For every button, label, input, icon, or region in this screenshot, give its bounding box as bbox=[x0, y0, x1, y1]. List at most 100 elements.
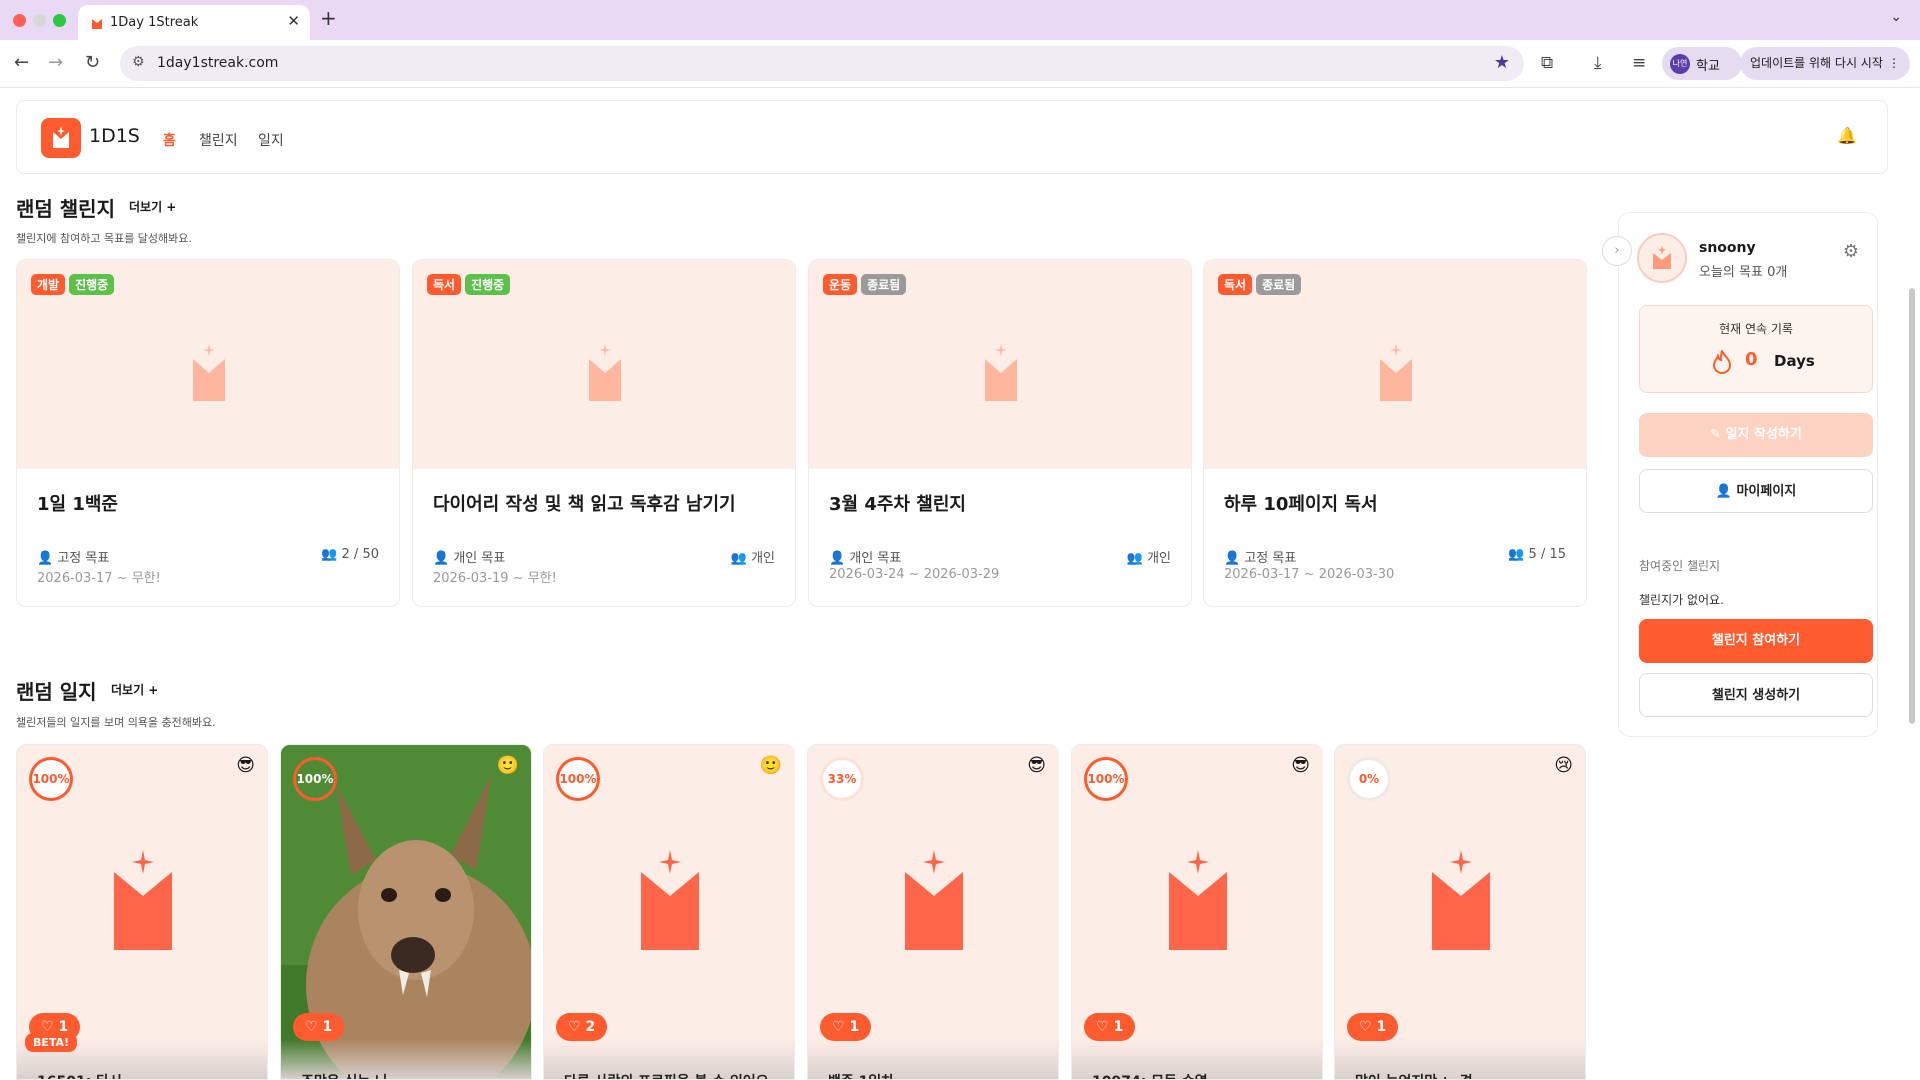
brand-name[interactable]: 1D1S bbox=[89, 125, 140, 147]
mood-emoji: 😢 bbox=[1554, 755, 1573, 776]
challenge-title: 다이어리 작성 및 책 읽고 독후감 남기기 bbox=[433, 494, 736, 515]
join-challenge-button[interactable]: 챌린지 참여하기 bbox=[1639, 619, 1873, 663]
update-label: 업데이트를 위해 다시 시작 bbox=[1750, 56, 1883, 70]
streak-value: 0 bbox=[1745, 349, 1758, 370]
category-badge: 운동 bbox=[823, 274, 858, 295]
journal-card[interactable]: 100% 😎 ♡ 1 BETA! 16501: 타시 bbox=[16, 744, 268, 1080]
gear-icon[interactable]: ⚙ bbox=[1843, 241, 1859, 262]
browser-tab-bar: 1Day 1Streak ✕ + ⌄ bbox=[0, 0, 1920, 40]
challenge-dates: 2026-03-17 ~ 무한! bbox=[37, 571, 161, 586]
browser-toolbar: ← → ↻ ⚙ 1day1streak.com ★ ⧉ ⤓ ≡ 나연 학교 업데… bbox=[0, 40, 1920, 88]
like-button[interactable]: ♡ 1 bbox=[293, 1013, 345, 1041]
status-badge: 종료됨 bbox=[861, 274, 907, 295]
page-scrollbar[interactable] bbox=[1909, 288, 1915, 724]
update-button[interactable]: 업데이트를 위해 다시 시작 ⋮ bbox=[1740, 47, 1910, 80]
browser-tab[interactable]: 1Day 1Streak ✕ bbox=[78, 5, 310, 40]
participants: 👥 5 / 15 bbox=[1508, 547, 1566, 562]
category-badge: 독서 bbox=[427, 274, 462, 295]
reload-icon[interactable]: ↻ bbox=[85, 52, 100, 73]
challenge-dates: 2026-03-17 ~ 2026-03-30 bbox=[1224, 567, 1395, 582]
journal-card[interactable]: 0% 😢 ♡ 1 많이 늦었지만 ㄴ 겸 bbox=[1334, 744, 1586, 1080]
challenges-title: 랜덤 챌린지 bbox=[16, 197, 115, 221]
challenge-card[interactable]: 운동 종료됨 3월 4주차 챌린지 👤 개인 목표 👥 개인 2026-03-24… bbox=[808, 259, 1192, 607]
challenge-title: 1일 1백준 bbox=[37, 494, 118, 515]
journal-card[interactable]: 33% 😎 ♡ 1 백준 1일차 bbox=[807, 744, 1059, 1080]
challenges-subtitle: 챌린지에 참여하고 목표를 달성해봐요. bbox=[16, 232, 192, 245]
challenge-dates: 2026-03-19 ~ 무한! bbox=[433, 571, 557, 586]
status-badge: 진행중 bbox=[465, 274, 511, 295]
placeholder-logo-icon bbox=[1432, 850, 1490, 950]
journal-title: 16501: 타시 bbox=[37, 1071, 122, 1079]
journal-title: 10974: 모든 순열 bbox=[1092, 1071, 1208, 1079]
journal-card[interactable]: 100% 🙂 ♡ 1 조망은 심는 나 bbox=[280, 744, 532, 1080]
extensions-icon[interactable]: ⧉ bbox=[1541, 53, 1553, 73]
flame-icon bbox=[1712, 350, 1732, 374]
joined-challenges-label: 참여중인 챌린지 bbox=[1639, 559, 1721, 573]
journal-title: 다른 사람의 프로필을 볼 수 있어요 bbox=[564, 1071, 769, 1079]
bookmark-star-icon[interactable]: ★ bbox=[1494, 52, 1510, 73]
nav-journal[interactable]: 일지 bbox=[258, 130, 284, 150]
challenge-card[interactable]: 독서 진행중 다이어리 작성 및 책 읽고 독후감 남기기 👤 개인 목표 👥 개… bbox=[412, 259, 796, 607]
streak-unit: Days bbox=[1774, 352, 1815, 370]
user-avatar[interactable] bbox=[1637, 233, 1687, 283]
journal-title: 백준 1일차 bbox=[828, 1071, 894, 1079]
nav-home[interactable]: 홈 bbox=[163, 130, 176, 150]
close-tab-icon[interactable]: ✕ bbox=[287, 12, 300, 30]
journals-more-link[interactable]: 더보기 + bbox=[111, 681, 158, 698]
challenge-card[interactable]: 개발 진행중 1일 1백준 👤 고정 목표 👥 2 / 50 2026-03-17… bbox=[16, 259, 400, 607]
journal-title: 조망은 심는 나 bbox=[301, 1071, 388, 1079]
mood-emoji: 😎 bbox=[1291, 755, 1310, 776]
minimize-window-button[interactable] bbox=[33, 14, 46, 27]
site-info-icon[interactable]: ⚙ bbox=[132, 54, 145, 70]
mood-emoji: 🙂 bbox=[759, 755, 782, 776]
collapse-panel-chevron-icon[interactable]: › bbox=[1602, 236, 1632, 266]
challenge-dates: 2026-03-24 ~ 2026-03-29 bbox=[829, 567, 1000, 582]
status-badge: 진행중 bbox=[69, 274, 115, 295]
nav-challenge[interactable]: 챌린지 bbox=[199, 130, 238, 150]
address-bar[interactable]: ⚙ 1day1streak.com ★ bbox=[120, 46, 1524, 81]
maximize-window-button[interactable] bbox=[53, 14, 66, 27]
profile-chip[interactable]: 나연 학교 bbox=[1662, 47, 1742, 80]
like-button[interactable]: ♡ 1 bbox=[1347, 1013, 1399, 1041]
goal-type: 👤 고정 목표 bbox=[37, 551, 110, 566]
journals-title: 랜덤 일지 bbox=[16, 680, 97, 704]
close-window-button[interactable] bbox=[13, 14, 26, 27]
new-tab-icon[interactable]: + bbox=[320, 6, 337, 30]
site-header: 1D1S 홈 챌린지 일지 🔔 bbox=[16, 100, 1888, 174]
write-journal-button[interactable]: ✎ 일지 작성하기 bbox=[1639, 413, 1873, 457]
journal-card[interactable]: 100% 🙂 ♡ 2 다른 사람의 프로필을 볼 수 있어요 bbox=[543, 744, 795, 1080]
progress-ring: 33% bbox=[820, 757, 864, 801]
more-vert-icon[interactable]: ⋮ bbox=[1888, 47, 1900, 80]
logo-icon[interactable] bbox=[41, 118, 81, 158]
journals-subtitle: 챌린저들의 일지를 보며 의욕을 충전해봐요. bbox=[16, 716, 216, 729]
goal-type: 👤 개인 목표 bbox=[829, 551, 902, 566]
forward-icon[interactable]: → bbox=[48, 52, 63, 73]
bell-icon[interactable]: 🔔 bbox=[1837, 126, 1857, 145]
profile-avatar: 나연 bbox=[1670, 54, 1690, 74]
media-icon[interactable]: ≡ bbox=[1632, 53, 1646, 73]
streak-box: 현재 연속 기록 0 Days bbox=[1639, 305, 1873, 393]
progress-ring: 100% bbox=[556, 757, 600, 801]
progress-ring: 100% bbox=[1084, 757, 1128, 801]
download-icon[interactable]: ⤓ bbox=[1594, 53, 1602, 73]
journal-card[interactable]: 100% 😎 ♡ 1 10974: 모든 순열 bbox=[1071, 744, 1323, 1080]
like-button[interactable]: ♡ 1 bbox=[820, 1013, 872, 1041]
challenge-title: 3월 4주차 챌린지 bbox=[829, 494, 966, 515]
challenges-more-link[interactable]: 더보기 + bbox=[129, 198, 176, 215]
participants: 👥 개인 bbox=[730, 551, 775, 566]
back-icon[interactable]: ← bbox=[14, 52, 29, 73]
beta-badge: BETA! bbox=[25, 1033, 78, 1052]
create-challenge-button[interactable]: 챌린지 생성하기 bbox=[1639, 673, 1873, 717]
journal-title: 많이 늦었지만 ㄴ 겸 bbox=[1355, 1071, 1473, 1079]
status-badge: 종료됨 bbox=[1256, 274, 1302, 295]
like-button[interactable]: ♡ 2 bbox=[556, 1013, 608, 1041]
goal-type: 👤 개인 목표 bbox=[433, 551, 506, 566]
mood-emoji: 😎 bbox=[236, 755, 255, 776]
challenge-card[interactable]: 독서 종료됨 하루 10페이지 독서 👤 고정 목표 👥 5 / 15 2026-… bbox=[1203, 259, 1587, 607]
tab-title: 1Day 1Streak bbox=[110, 15, 199, 30]
user-side-panel: snoony 오늘의 목표 0개 ⚙ 현재 연속 기록 0 Days ✎ 일지 … bbox=[1618, 212, 1878, 737]
tab-search-chevron-icon[interactable]: ⌄ bbox=[1890, 9, 1902, 25]
challenge-title: 하루 10페이지 독서 bbox=[1224, 494, 1378, 515]
like-button[interactable]: ♡ 1 bbox=[1084, 1013, 1136, 1041]
mypage-button[interactable]: 👤 마이페이지 bbox=[1639, 469, 1873, 513]
